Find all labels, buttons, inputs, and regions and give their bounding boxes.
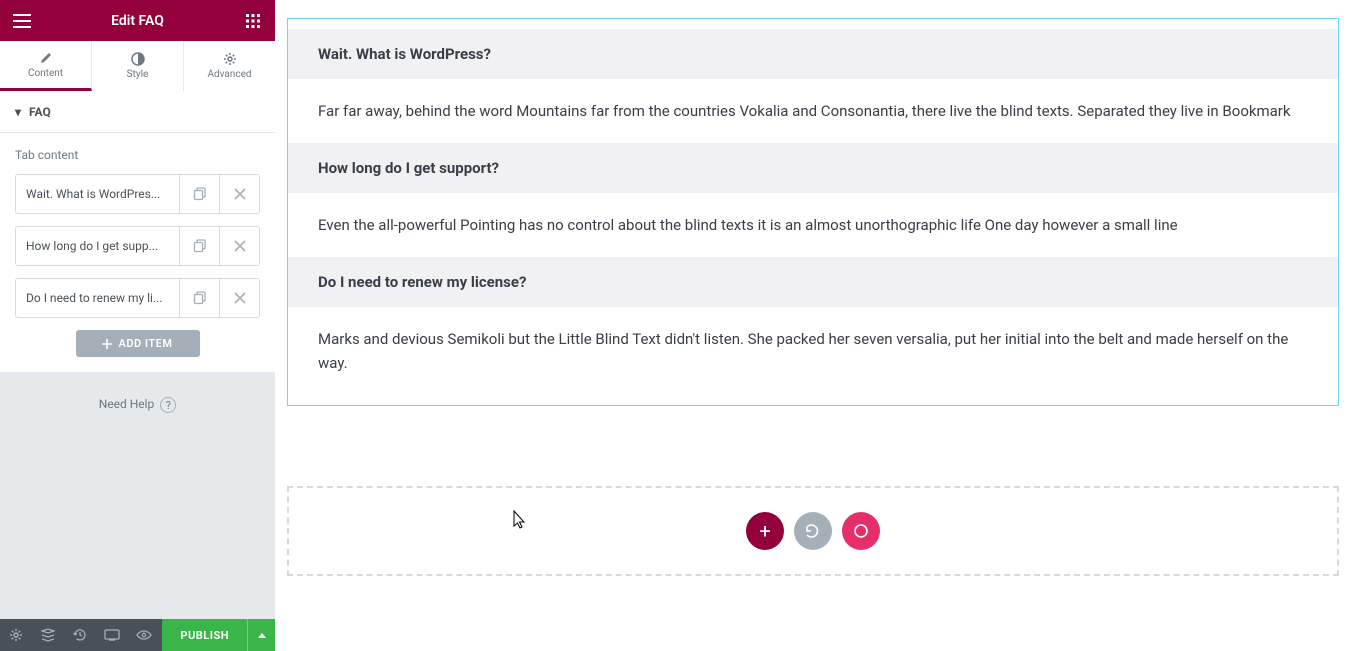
editor-canvas[interactable]: Wait. What is WordPress? Far far away, b… — [275, 0, 1351, 651]
duplicate-icon[interactable] — [179, 175, 219, 213]
history-icon[interactable] — [64, 619, 96, 651]
tab-content[interactable]: Content — [0, 41, 92, 91]
sidebar-header: Edit FAQ — [0, 0, 275, 41]
editor-sidebar: Edit FAQ Content Style Advance — [0, 0, 275, 651]
caret-down-icon: ▾ — [15, 105, 21, 119]
help-icon: ? — [160, 397, 176, 413]
faq-section: ▾ FAQ Tab content Wait. What is WordPres… — [0, 91, 275, 372]
pencil-icon — [39, 51, 53, 65]
add-item-label: ADD ITEM — [118, 337, 172, 350]
faq-item: Wait. What is WordPress? Far far away, b… — [288, 29, 1338, 143]
apps-icon[interactable] — [241, 9, 265, 33]
repeater-item: How long do I get supp... — [15, 226, 260, 266]
help-label: Need Help — [99, 397, 155, 411]
item-label[interactable]: Do I need to renew my li... — [16, 279, 179, 317]
item-label[interactable]: Wait. What is WordPres... — [16, 175, 179, 213]
add-section-zone: + — [287, 486, 1339, 576]
tab-label: Style — [127, 69, 149, 80]
plus-icon — [102, 339, 112, 349]
faq-question[interactable]: Wait. What is WordPress? — [288, 29, 1338, 79]
tab-label: Advanced — [207, 69, 251, 80]
settings-icon[interactable] — [0, 619, 32, 651]
faq-question[interactable]: How long do I get support? — [288, 143, 1338, 193]
publish-label: PUBLISH — [180, 629, 229, 642]
contrast-icon — [131, 52, 145, 66]
section-body: Tab content Wait. What is WordPres... Ho… — [0, 133, 275, 372]
field-label: Tab content — [15, 148, 260, 162]
tab-label: Content — [28, 68, 63, 79]
add-global-button[interactable] — [842, 512, 880, 550]
item-label[interactable]: How long do I get supp... — [16, 227, 179, 265]
navigator-icon[interactable] — [32, 619, 64, 651]
gear-icon — [223, 52, 237, 66]
publish-options-button[interactable] — [247, 619, 275, 651]
preview-icon[interactable] — [128, 619, 160, 651]
editor-tabs: Content Style Advanced — [0, 41, 275, 91]
faq-widget[interactable]: Wait. What is WordPress? Far far away, b… — [287, 18, 1339, 406]
close-icon[interactable] — [219, 279, 259, 317]
tab-style[interactable]: Style — [92, 41, 184, 91]
duplicate-icon[interactable] — [179, 227, 219, 265]
faq-answer: Far far away, behind the word Mountains … — [288, 79, 1338, 143]
add-template-button[interactable] — [794, 512, 832, 550]
repeater-item: Wait. What is WordPres... — [15, 174, 260, 214]
faq-question[interactable]: Do I need to renew my license? — [288, 257, 1338, 307]
publish-button[interactable]: PUBLISH — [162, 619, 247, 651]
close-icon[interactable] — [219, 227, 259, 265]
add-section-button[interactable]: + — [746, 512, 784, 550]
faq-item: Do I need to renew my license? Marks and… — [288, 257, 1338, 395]
tab-advanced[interactable]: Advanced — [184, 41, 275, 91]
section-title: FAQ — [29, 105, 51, 119]
add-item-button[interactable]: ADD ITEM — [76, 330, 200, 357]
need-help[interactable]: Need Help ? — [0, 372, 275, 438]
menu-icon[interactable] — [10, 9, 34, 33]
close-icon[interactable] — [219, 175, 259, 213]
faq-answer: Marks and devious Semikoli but the Littl… — [288, 307, 1338, 395]
sidebar-title: Edit FAQ — [34, 13, 241, 29]
faq-answer: Even the all-powerful Pointing has no co… — [288, 193, 1338, 257]
duplicate-icon[interactable] — [179, 279, 219, 317]
faq-item: How long do I get support? Even the all-… — [288, 143, 1338, 257]
sidebar-footer: PUBLISH — [0, 619, 275, 651]
responsive-icon[interactable] — [96, 619, 128, 651]
section-toggle[interactable]: ▾ FAQ — [0, 91, 275, 133]
repeater-item: Do I need to renew my li... — [15, 278, 260, 318]
